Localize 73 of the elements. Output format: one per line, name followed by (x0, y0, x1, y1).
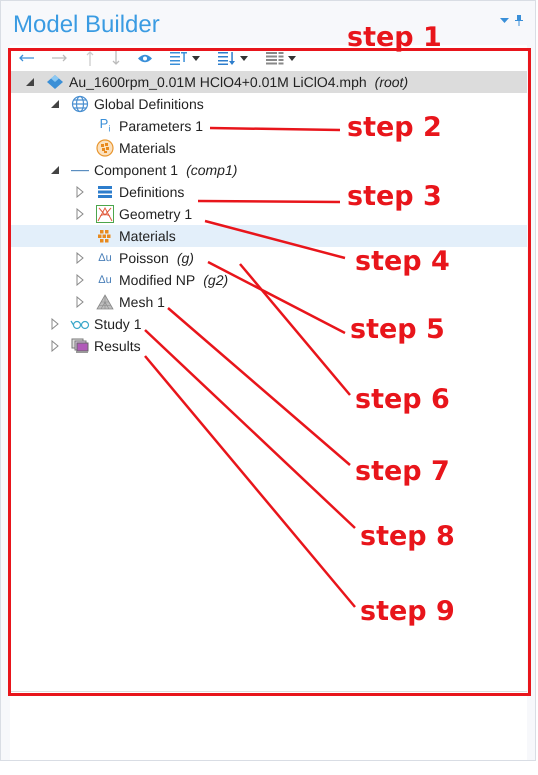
down-arrow-icon[interactable] (112, 50, 120, 66)
list-down-icon[interactable] (218, 51, 236, 65)
collapsed-triangle-icon[interactable] (76, 296, 84, 308)
tree-item-tag: (g) (176, 250, 194, 266)
tree-item[interactable]: Component 1 (comp1) (49, 159, 238, 181)
tree-item[interactable]: Materials (74, 137, 176, 159)
tree-item-tag: (g2) (203, 272, 228, 288)
tree-item[interactable]: P$_{i}$ Parameters 1 (74, 115, 204, 137)
globe-icon (71, 95, 89, 113)
materials-icon (96, 139, 114, 157)
tree-item-label: Poisson (119, 250, 169, 266)
tree-item[interactable]: Δu Modified NP (g2) (74, 269, 228, 291)
tree-item[interactable]: Geometry 1 (74, 203, 192, 225)
glasses-icon (70, 318, 90, 330)
eye-icon[interactable] (138, 54, 152, 62)
line-icon (71, 168, 89, 172)
tree-item[interactable]: Results (49, 335, 141, 357)
tree-item[interactable]: Mesh 1 (74, 291, 165, 313)
step-label: step 8 (360, 523, 455, 550)
tree-item-label: Study 1 (94, 316, 142, 332)
tree-item-label: Modified NP (119, 272, 196, 288)
collapsed-triangle-icon[interactable] (51, 340, 59, 352)
tree-item[interactable]: Study 1 (49, 313, 142, 335)
expanded-triangle-icon[interactable] (51, 100, 59, 108)
materials-icon (98, 229, 112, 243)
step-label: step 7 (355, 458, 450, 485)
tree-item-tag: (root) (374, 74, 408, 90)
panel-title: Model Builder (13, 11, 160, 39)
caret-icon[interactable] (192, 56, 200, 60)
tree-item[interactable]: Definitions (74, 181, 184, 203)
step-label: step 1 (347, 24, 442, 51)
tree-item-label: Component 1 (94, 162, 178, 178)
tree-item-label: Results (94, 338, 141, 354)
tree-item-label: Materials (119, 228, 176, 244)
geometry-icon (96, 205, 114, 223)
expanded-triangle-icon[interactable] (51, 166, 59, 174)
step-label: step 5 (350, 316, 445, 343)
collapsed-triangle-icon[interactable] (76, 274, 84, 286)
collapsed-triangle-icon[interactable] (76, 186, 84, 198)
step-label: step 6 (355, 386, 450, 413)
tree-item-label: Geometry 1 (119, 206, 192, 222)
step-label: step 9 (360, 598, 455, 625)
step-label: step 4 (355, 248, 450, 275)
tree-item[interactable]: Materials (74, 225, 176, 247)
list-icon (98, 186, 112, 198)
tree-item-label: Materials (119, 140, 176, 156)
back-arrow-icon[interactable] (18, 54, 34, 62)
cube-icon (46, 74, 64, 90)
delta-u-icon: Δu (98, 274, 112, 286)
step-label: step 2 (347, 114, 442, 141)
step-label: step 3 (347, 183, 442, 210)
delta-u-icon: Δu (98, 252, 112, 264)
pi-icon: P$_{i}$ (100, 116, 110, 136)
collapsed-triangle-icon[interactable] (51, 318, 59, 330)
caret-icon[interactable] (240, 56, 248, 60)
tree-item[interactable]: Au_1600rpm_0.01M HClO4+0.01M LiClO4.mph (root) (24, 71, 408, 93)
tree-item-tag: (comp1) (186, 162, 238, 178)
tree-item[interactable]: Global Definitions (49, 93, 204, 115)
up-arrow-icon[interactable] (86, 50, 94, 66)
tree-item-label: Mesh 1 (119, 294, 165, 310)
pin-icon[interactable] (515, 14, 523, 26)
tree-item-label: Global Definitions (94, 96, 204, 112)
tree-item[interactable]: Δu Poisson (g) (74, 247, 194, 269)
forward-arrow-icon[interactable] (52, 54, 68, 62)
tree-item-label: Parameters 1 (119, 118, 204, 134)
expanded-triangle-icon[interactable] (26, 78, 34, 86)
tree-item-label: Au_1600rpm_0.01M HClO4+0.01M LiClO4.mph (69, 74, 367, 90)
mesh-icon (96, 294, 114, 310)
collapsed-triangle-icon[interactable] (76, 252, 84, 264)
monitor-stack-icon (71, 338, 89, 354)
collapsed-triangle-icon[interactable] (76, 208, 84, 220)
caret-icon[interactable] (288, 56, 296, 60)
tree-item-label: Definitions (119, 184, 184, 200)
